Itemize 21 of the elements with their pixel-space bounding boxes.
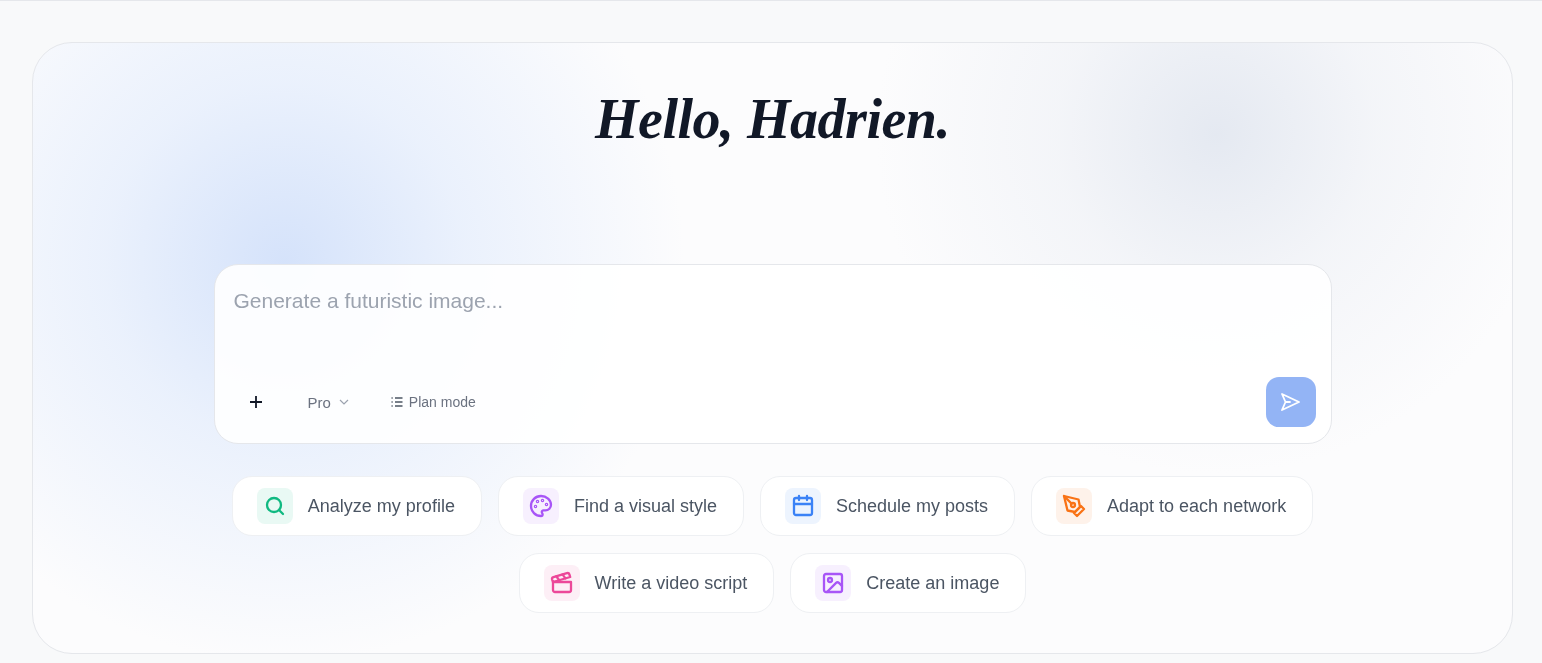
calendar-icon [784, 488, 821, 524]
suggestion-chip[interactable]: Analyze my profile [231, 476, 482, 536]
chevron-down-icon [338, 399, 349, 405]
prompt-box[interactable]: Generate a futuristic image... Pro Plan mode [213, 264, 1332, 444]
greeting-heading: Hello, Hadrien. [595, 87, 950, 152]
palette-icon [522, 488, 559, 524]
list-icon [390, 397, 403, 407]
send-icon [1281, 393, 1300, 411]
clapperboard-icon [543, 565, 580, 601]
prompt-field[interactable]: Generate a futuristic image... [233, 285, 1316, 377]
model-dropdown[interactable]: Pro [299, 387, 357, 417]
suggestion-chip[interactable]: Create an image [790, 553, 1027, 613]
plan-mode-button[interactable]: Plan mode [382, 388, 484, 416]
pen-nib-icon [1056, 488, 1093, 524]
search-icon [256, 488, 293, 524]
suggestion-chip[interactable]: Find a visual style [497, 476, 744, 536]
image-icon [815, 565, 852, 601]
plus-icon [248, 395, 263, 409]
suggestion-chip[interactable]: Schedule my posts [759, 476, 1016, 536]
suggestion-chip[interactable]: Write a video script [518, 553, 775, 613]
suggestion-chip[interactable]: Adapt to each network [1031, 476, 1314, 536]
